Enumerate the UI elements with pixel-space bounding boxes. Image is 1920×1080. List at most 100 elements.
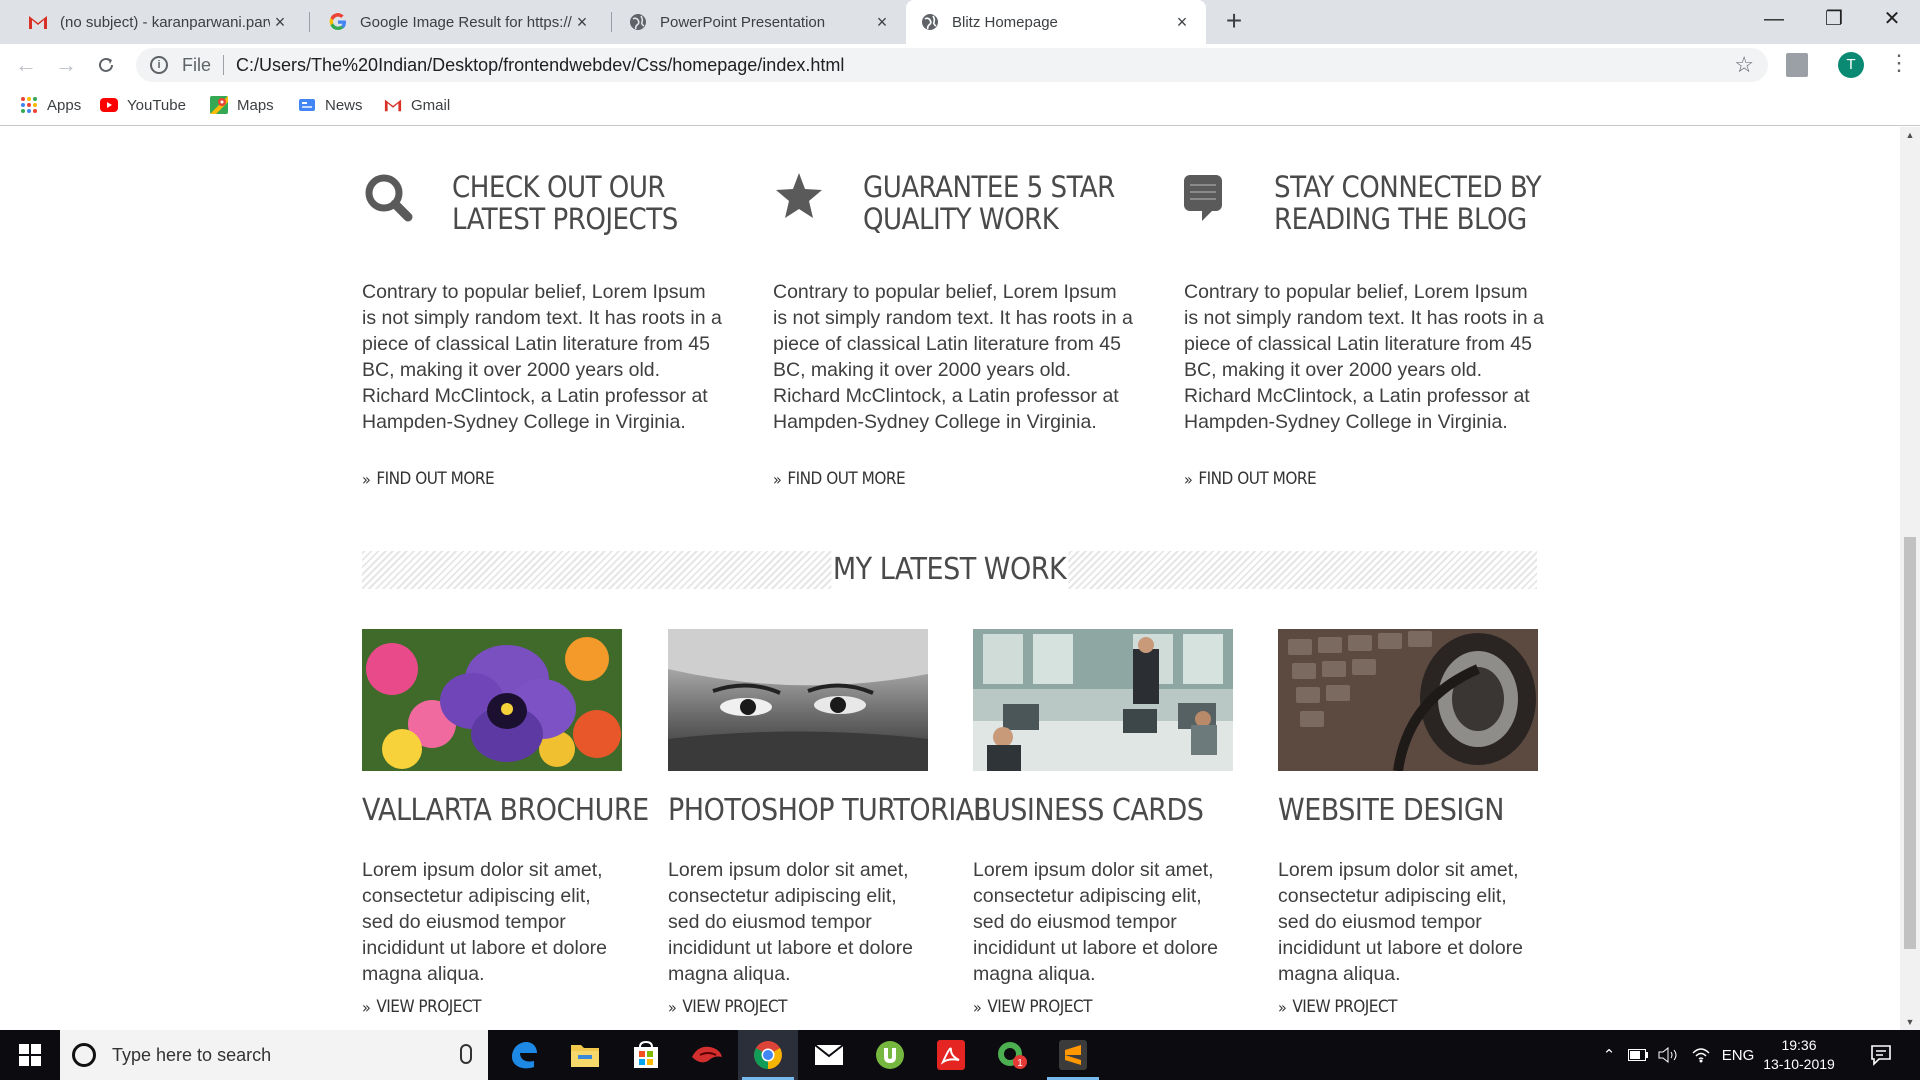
acrobat-icon[interactable] — [921, 1030, 981, 1080]
new-tab-button[interactable]: + — [1218, 4, 1250, 40]
find-out-more-link[interactable]: » FIND OUT MORE — [773, 469, 906, 489]
bookmark-gmail[interactable]: Gmail — [384, 96, 450, 114]
double-chevron-right-icon: » — [1278, 997, 1287, 1017]
feature-title: Stay connected by reading the blog — [1274, 170, 1542, 236]
language-indicator[interactable]: ENG — [1718, 1030, 1758, 1080]
scroll-up-arrow-icon[interactable]: ▲ — [1900, 127, 1920, 143]
wifi-icon[interactable] — [1688, 1030, 1714, 1080]
link-label: VIEW PROJECT — [987, 997, 1092, 1017]
flower-photo[interactable] — [362, 629, 622, 771]
close-icon[interactable]: × — [270, 12, 290, 33]
clock-date: 13-10-2019 — [1763, 1056, 1835, 1072]
section-title: MY LATEST WORK — [830, 551, 1069, 589]
youtube-icon — [100, 96, 118, 114]
info-icon[interactable]: i — [150, 56, 168, 74]
scrollbar-thumb[interactable] — [1904, 537, 1916, 949]
bookmark-apps[interactable]: Apps — [20, 96, 81, 114]
reload-button[interactable] — [92, 51, 120, 79]
windows-logo-icon — [19, 1044, 41, 1066]
search-icon — [362, 171, 414, 223]
link-label: FIND OUT MORE — [376, 469, 495, 489]
view-project-link[interactable]: » VIEW PROJECT — [1278, 997, 1397, 1017]
menu-kebab-icon[interactable]: ⋮ — [1888, 50, 1910, 76]
bookmark-star-icon[interactable]: ☆ — [1734, 52, 1754, 78]
profile-avatar[interactable]: T — [1838, 52, 1864, 78]
microphone-icon[interactable] — [460, 1044, 472, 1064]
gmail-icon — [384, 96, 402, 114]
find-out-more-link[interactable]: » FIND OUT MORE — [1184, 469, 1317, 489]
file-explorer-icon[interactable] — [555, 1030, 615, 1080]
double-chevron-right-icon: » — [1184, 469, 1193, 489]
url-text[interactable]: C:/Users/The%20Indian/Desktop/frontendwe… — [236, 55, 844, 76]
feature-text: Contrary to popular belief, Lorem Ipsum … — [362, 281, 722, 433]
google-icon — [328, 12, 348, 32]
close-icon[interactable]: × — [872, 12, 892, 33]
star-icon — [773, 171, 825, 223]
volume-icon[interactable] — [1656, 1030, 1682, 1080]
project-title: PHOTOSHOP TURTORIAL — [668, 793, 989, 828]
double-chevron-right-icon: » — [362, 997, 371, 1017]
maximize-button[interactable]: ❐ — [1804, 0, 1864, 38]
address-bar[interactable]: i File C:/Users/The%20Indian/Desktop/fro… — [136, 48, 1768, 82]
battery-icon[interactable] — [1626, 1030, 1650, 1080]
globe-icon — [628, 12, 648, 32]
edge-icon[interactable] — [494, 1030, 554, 1080]
system-clock[interactable]: 19:36 13-10-2019 — [1756, 1036, 1842, 1074]
chat-bubble-icon — [1184, 171, 1236, 223]
sublime-text-icon[interactable] — [1043, 1030, 1103, 1080]
pdf-extension-icon[interactable] — [1786, 53, 1808, 77]
bookmark-news[interactable]: News — [298, 96, 363, 114]
view-project-link[interactable]: » VIEW PROJECT — [668, 997, 787, 1017]
tray-chevron-up-icon[interactable]: ⌃ — [1598, 1030, 1620, 1080]
globe-icon — [920, 12, 940, 32]
utorrent-icon[interactable] — [860, 1030, 920, 1080]
view-project-link[interactable]: » VIEW PROJECT — [362, 997, 481, 1017]
gmail-icon — [28, 12, 48, 32]
double-chevron-right-icon: » — [773, 469, 782, 489]
view-project-link[interactable]: » VIEW PROJECT — [973, 997, 1092, 1017]
tab-blitz-homepage[interactable]: Blitz Homepage × — [906, 0, 1206, 44]
apps-grid-icon — [20, 96, 38, 114]
tab-powerpoint[interactable]: PowerPoint Presentation × — [614, 0, 906, 44]
close-icon[interactable]: × — [1172, 12, 1192, 33]
page-viewport: Check out our latest projects Contrary t… — [0, 127, 1900, 1030]
taskbar-search-box[interactable]: Type here to search — [60, 1030, 488, 1080]
tab-title: Blitz Homepage — [952, 13, 1058, 31]
browser-toolbar: ← → i File C:/Users/The%20Indian/Desktop… — [0, 44, 1920, 86]
app-red-icon[interactable] — [677, 1030, 737, 1080]
office-photo[interactable] — [973, 629, 1233, 771]
find-out-more-link[interactable]: » FIND OUT MORE — [362, 469, 495, 489]
close-window-button[interactable]: ✕ — [1862, 0, 1920, 38]
tab-title: PowerPoint Presentation — [660, 13, 826, 31]
bookmark-youtube[interactable]: YouTube — [100, 96, 186, 114]
back-button[interactable]: ← — [12, 51, 40, 79]
project-text: Lorem ipsum dolor sit amet, consectetur … — [362, 859, 607, 985]
link-label: FIND OUT MORE — [1198, 469, 1317, 489]
store-icon[interactable] — [616, 1030, 676, 1080]
double-chevron-right-icon: » — [362, 469, 371, 489]
forward-button[interactable]: → — [52, 51, 80, 79]
chrome-icon[interactable] — [738, 1030, 798, 1080]
project-text: Lorem ipsum dolor sit amet, consectetur … — [973, 859, 1218, 985]
mail-icon[interactable] — [799, 1030, 859, 1080]
project-title: WEBSITE DESIGN — [1278, 793, 1504, 828]
page-scrollbar[interactable]: ▲ ▼ — [1900, 127, 1920, 1030]
feature-text: Contrary to popular belief, Lorem Ipsum … — [773, 281, 1133, 433]
news-icon — [298, 96, 316, 114]
scroll-down-arrow-icon[interactable]: ▼ — [1900, 1014, 1920, 1030]
eyes-photo[interactable] — [668, 629, 928, 771]
close-icon[interactable]: × — [572, 12, 592, 33]
minimize-button[interactable]: — — [1744, 0, 1804, 38]
notifications-icon[interactable] — [1862, 1030, 1902, 1080]
clock-time: 19:36 — [1781, 1037, 1817, 1053]
start-button[interactable] — [0, 1030, 60, 1080]
tab-gmail[interactable]: (no subject) - karanparwani.parw × — [14, 0, 304, 44]
headphones-keyboard-photo[interactable] — [1278, 629, 1538, 771]
bookmark-label: Maps — [237, 96, 274, 114]
bookmark-maps[interactable]: Maps — [210, 96, 274, 114]
double-chevron-right-icon: » — [973, 997, 982, 1017]
reload-icon — [99, 57, 113, 72]
messenger-icon[interactable]: 1 — [982, 1030, 1042, 1080]
maps-icon — [210, 96, 228, 114]
tab-google-image[interactable]: Google Image Result for https:// × — [314, 0, 606, 44]
